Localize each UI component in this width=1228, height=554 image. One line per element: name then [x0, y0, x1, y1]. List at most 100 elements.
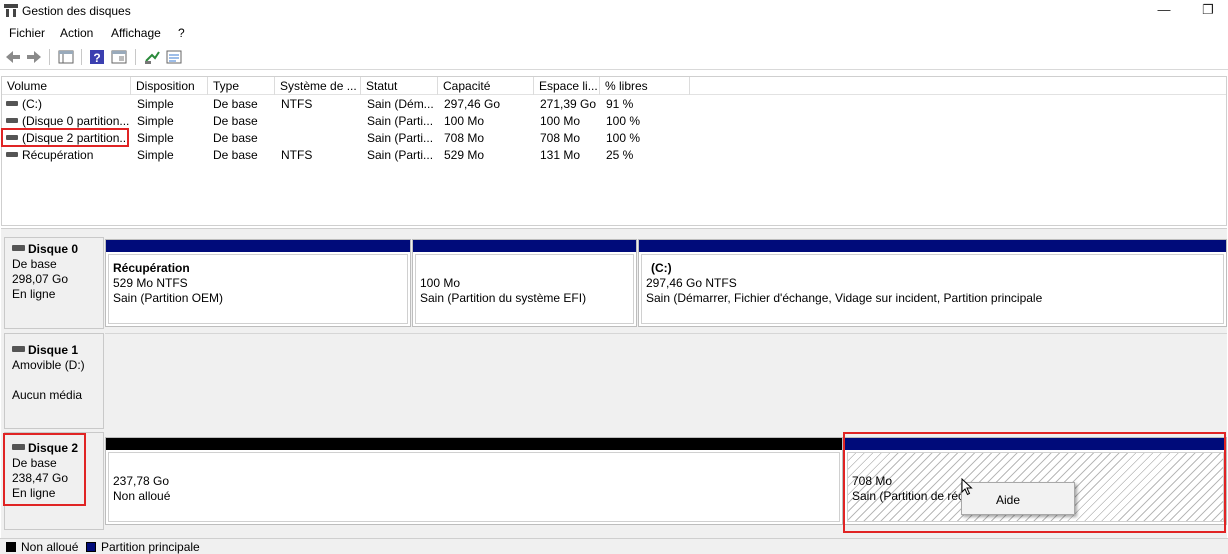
volume-name: Récupération: [22, 148, 94, 162]
volume-icon: [6, 101, 18, 107]
cell-filesystem: NTFS: [281, 148, 313, 162]
context-menu-aide[interactable]: Aide: [996, 493, 1020, 507]
cell-disposition: Simple: [137, 148, 174, 162]
restore-button[interactable]: ❐: [1188, 0, 1228, 22]
disk-type: De base: [12, 257, 57, 271]
console-tree-icon[interactable]: [57, 48, 75, 66]
cell-capacity: 100 Mo: [444, 114, 485, 128]
partition-c[interactable]: (C:) 297,46 Go NTFS Sain (Démarrer, Fich…: [638, 239, 1227, 327]
partition-efi[interactable]: 100 Mo Sain (Partition du système EFI): [412, 239, 637, 327]
column-header-free-space[interactable]: Espace li...: [534, 77, 600, 95]
cell-disposition: Simple: [137, 131, 174, 145]
cell-status: Sain (Parti...: [367, 131, 434, 145]
cell-capacity: 708 Mo: [444, 131, 485, 145]
toolbar-separator: [49, 49, 50, 65]
window-title: Gestion des disques: [22, 4, 131, 18]
cell-percent-free: 100 %: [606, 114, 641, 128]
disk-name: Disque 0: [28, 242, 79, 256]
disk-row-disk0: Disque 0 De base 298,07 Go En ligne Récu…: [1, 235, 1227, 330]
properties-icon[interactable]: [110, 48, 128, 66]
disk-type: Amovible (D:): [12, 358, 85, 372]
partition-size: 237,78 Go: [113, 474, 170, 488]
legend-swatch-unallocated: [6, 542, 16, 552]
menu-help[interactable]: ?: [178, 26, 185, 40]
cell-filesystem: NTFS: [281, 97, 313, 111]
cell-type: De base: [213, 114, 258, 128]
cell-percent-free: 100 %: [606, 131, 641, 145]
cell-type: De base: [213, 131, 258, 145]
partition-bar-primary: [413, 240, 636, 252]
menu-action[interactable]: Action: [60, 26, 93, 40]
partition-unallocated[interactable]: 237,78 Go Non alloué: [105, 437, 843, 525]
menu-bar: Fichier Action Affichage ?: [0, 22, 1228, 43]
toolbar-separator: [81, 49, 82, 65]
cell-status: Sain (Parti...: [367, 114, 434, 128]
disk-status: Aucun média: [12, 388, 83, 402]
cell-status: Sain (Dém...: [367, 97, 434, 111]
menu-fichier[interactable]: Fichier: [9, 26, 45, 40]
disk-name: Disque 1: [28, 343, 79, 357]
column-header-type[interactable]: Type: [208, 77, 275, 95]
cell-free-space: 271,39 Go: [540, 97, 597, 111]
partition-status: Sain (Partition OEM): [113, 291, 224, 305]
column-header-status[interactable]: Statut: [361, 77, 438, 95]
table-row[interactable]: (C:) Simple De base NTFS Sain (Dém... 29…: [2, 96, 1226, 113]
connect-icon[interactable]: [143, 48, 161, 66]
cell-capacity: 297,46 Go: [444, 97, 501, 111]
help-icon[interactable]: ?: [88, 48, 106, 66]
disk-status: En ligne: [12, 287, 56, 301]
partition-status: Sain (Démarrer, Fichier d'échange, Vidag…: [646, 291, 1043, 305]
cell-free-space: 131 Mo: [540, 148, 581, 162]
partition-bar-primary: [639, 240, 1226, 252]
volume-name: (Disque 0 partition...: [22, 114, 130, 128]
disk-row-disk1: Disque 1 Amovible (D:) Aucun média: [1, 333, 1227, 429]
forward-arrow-icon[interactable]: [25, 48, 43, 66]
volume-list-header: Volume Disposition Type Système de ... S…: [2, 77, 1226, 95]
menu-affichage[interactable]: Affichage: [111, 26, 161, 40]
mouse-cursor-icon: [961, 478, 973, 496]
partition-status: Non alloué: [113, 489, 171, 503]
table-row[interactable]: (Disque 0 partition... Simple De base Sa…: [2, 113, 1226, 130]
cell-type: De base: [213, 97, 258, 111]
partition-title: (C:): [651, 261, 672, 275]
disk-icon: [12, 346, 25, 353]
context-menu: Aide: [961, 482, 1075, 515]
cell-percent-free: 91 %: [606, 97, 634, 111]
minimize-button[interactable]: —: [1144, 0, 1184, 22]
table-row[interactable]: Récupération Simple De base NTFS Sain (P…: [2, 147, 1226, 164]
legend: Non alloué Partition principale: [0, 538, 1228, 554]
partition-bar-unallocated: [106, 438, 842, 450]
toolbar-separator: [135, 49, 136, 65]
disk-management-app-icon: [4, 4, 18, 17]
back-arrow-icon[interactable]: [4, 48, 22, 66]
cell-status: Sain (Parti...: [367, 148, 434, 162]
partition-size: 529 Mo NTFS: [113, 276, 188, 290]
partition-title: Récupération: [113, 261, 190, 275]
table-row[interactable]: (Disque 2 partition... Simple De base Sa…: [2, 130, 1226, 147]
disk1-empty-area: [105, 333, 1227, 429]
cell-capacity: 529 Mo: [444, 148, 485, 162]
highlight-volume-row: [1, 128, 129, 147]
cell-free-space: 100 Mo: [540, 114, 581, 128]
cell-free-space: 708 Mo: [540, 131, 581, 145]
disk-icon: [12, 245, 25, 252]
toolbar: ?: [0, 44, 1228, 70]
column-header-filesystem[interactable]: Système de ...: [275, 77, 361, 95]
column-header-disposition[interactable]: Disposition: [131, 77, 208, 95]
column-header-volume[interactable]: Volume: [2, 77, 131, 95]
partition-recuperation[interactable]: Récupération 529 Mo NTFS Sain (Partition…: [105, 239, 411, 327]
partition-size: 297,46 Go NTFS: [646, 276, 737, 290]
disk-size: 298,07 Go: [12, 272, 69, 286]
partition-bar-primary: [106, 240, 410, 252]
legend-swatch-primary: [86, 542, 96, 552]
partition-size: 100 Mo: [420, 276, 461, 290]
disk-label-disk1[interactable]: Disque 1 Amovible (D:) Aucun média: [4, 333, 104, 429]
highlight-disk2-label: [3, 433, 86, 506]
title-bar: Gestion des disques — ❐: [0, 0, 1228, 22]
settings-icon[interactable]: [165, 48, 183, 66]
cell-disposition: Simple: [137, 114, 174, 128]
legend-primary: Partition principale: [101, 540, 200, 554]
disk-label-disk0[interactable]: Disque 0 De base 298,07 Go En ligne: [4, 237, 104, 329]
column-header-percent-free[interactable]: % libres: [600, 77, 690, 95]
column-header-capacity[interactable]: Capacité: [438, 77, 534, 95]
